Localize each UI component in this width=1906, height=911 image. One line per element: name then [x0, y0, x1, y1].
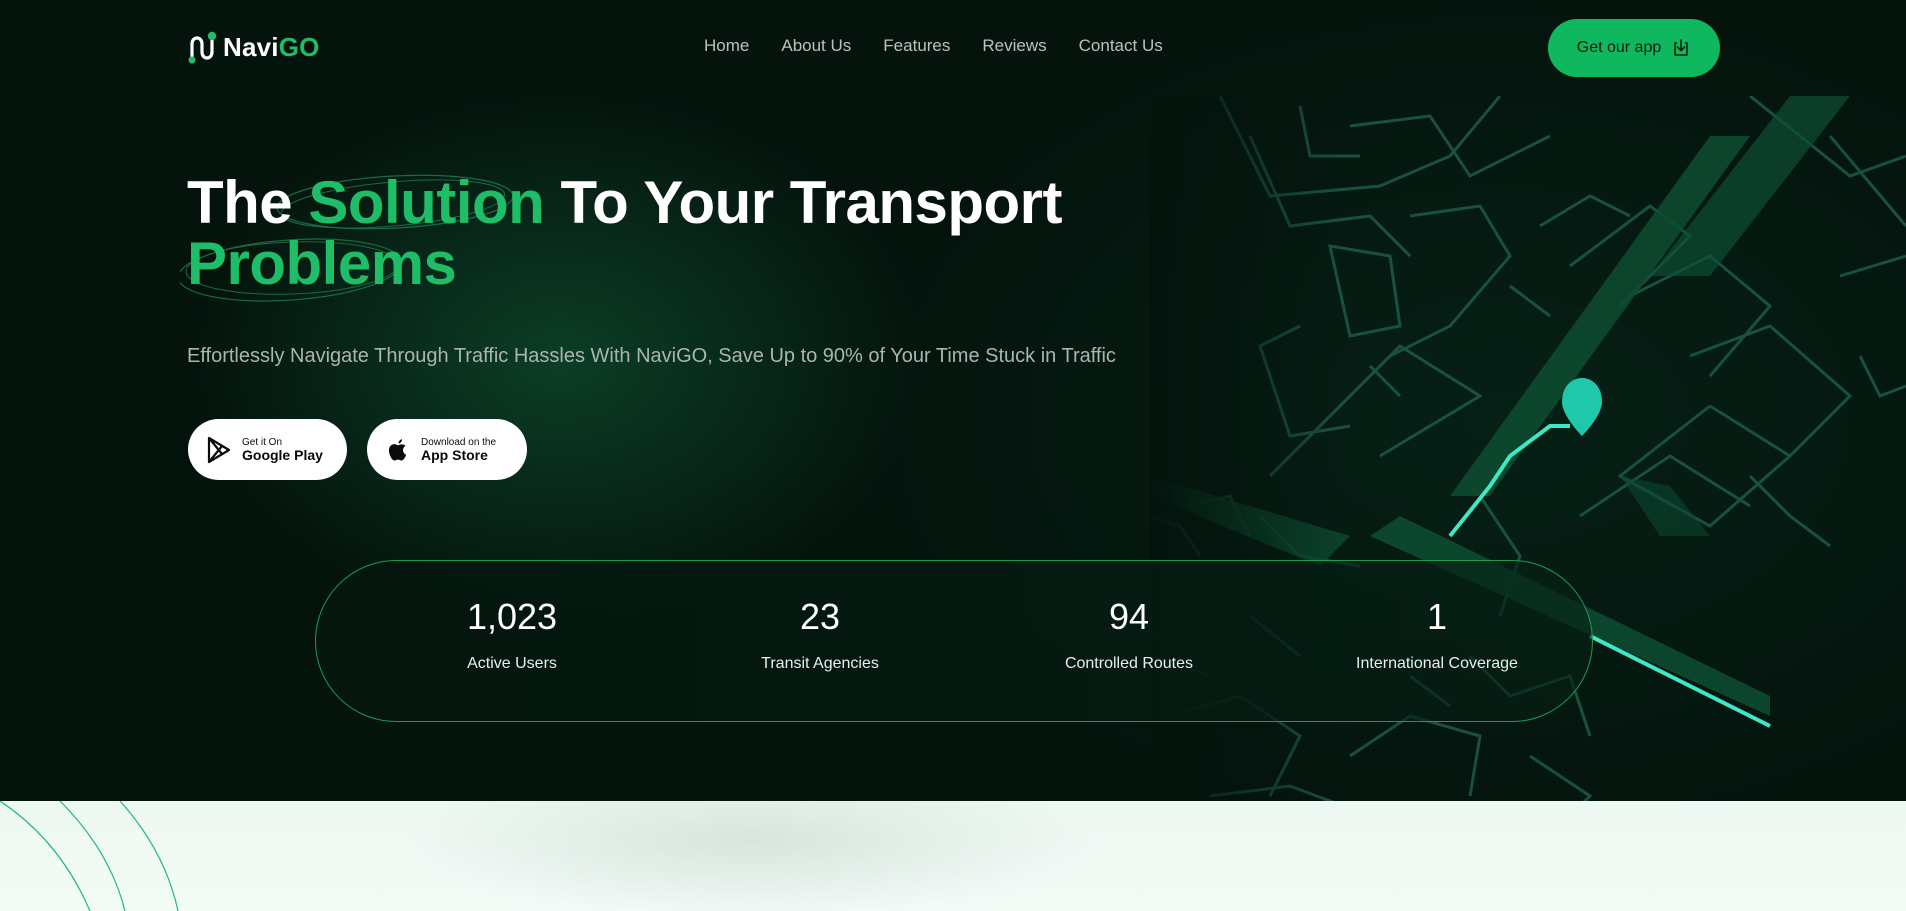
stat-active-users: 1,023 Active Users: [402, 597, 622, 673]
stat-label: Transit Agencies: [761, 655, 879, 672]
next-section: [0, 801, 1906, 911]
title-highlight-solution: Solution: [308, 169, 545, 236]
stat-label: International Coverage: [1356, 655, 1518, 672]
nav-home[interactable]: Home: [704, 36, 749, 56]
stat-transit-agencies: 23 Transit Agencies: [710, 597, 930, 673]
stat-international-coverage: 1 International Coverage: [1327, 597, 1547, 673]
hero-subtitle: Effortlessly Navigate Through Traffic Ha…: [187, 345, 1116, 367]
google-play-big-text: Google Play: [242, 446, 323, 463]
nav-contact-us[interactable]: Contact Us: [1079, 36, 1163, 56]
app-store-button[interactable]: Download on the App Store: [367, 419, 527, 480]
nav-about-us[interactable]: About Us: [781, 36, 851, 56]
brand-name-green: GO: [278, 31, 320, 62]
section-glow: [400, 801, 1100, 911]
apple-icon: [389, 438, 407, 460]
get-app-label: Get our app: [1576, 39, 1662, 56]
stat-value: 94: [1108, 596, 1150, 637]
stats-panel: 1,023 Active Users 23 Transit Agencies 9…: [315, 560, 1593, 722]
get-app-button[interactable]: Get our app: [1548, 19, 1720, 77]
main-nav: Home About Us Features Reviews Contact U…: [704, 36, 1163, 56]
download-icon: [1674, 39, 1689, 56]
app-store-small-text: Download on the: [421, 436, 497, 448]
stat-value: 1: [1426, 596, 1448, 637]
google-play-button[interactable]: Get it On Google Play: [188, 419, 347, 480]
nav-features[interactable]: Features: [883, 36, 950, 56]
stat-label: Controlled Routes: [1064, 655, 1194, 672]
stat-label: Active Users: [467, 655, 557, 672]
brand-name-white: Navi: [223, 31, 279, 62]
app-store-big-text: App Store: [421, 446, 488, 463]
stat-controlled-routes: 94 Controlled Routes: [1019, 597, 1239, 673]
title-part2: To Your Transport: [544, 169, 1062, 236]
decorative-arcs: [0, 801, 179, 911]
google-play-small-text: Get it On: [242, 436, 283, 448]
nav-reviews[interactable]: Reviews: [982, 36, 1046, 56]
play-icon: [207, 436, 231, 463]
title-highlight-problems: Problems: [187, 230, 457, 297]
stat-value: 23: [799, 596, 841, 637]
stat-value: 1,023: [466, 596, 558, 637]
hero-title: The Solution To Your Transport Problems: [187, 172, 1187, 294]
brand-logo[interactable]: NaviGO: [187, 30, 320, 64]
title-part1: The: [187, 169, 309, 236]
hero-section: NaviGO Home About Us Features Reviews Co…: [0, 0, 1906, 801]
route-pin-icon: [188, 31, 217, 64]
